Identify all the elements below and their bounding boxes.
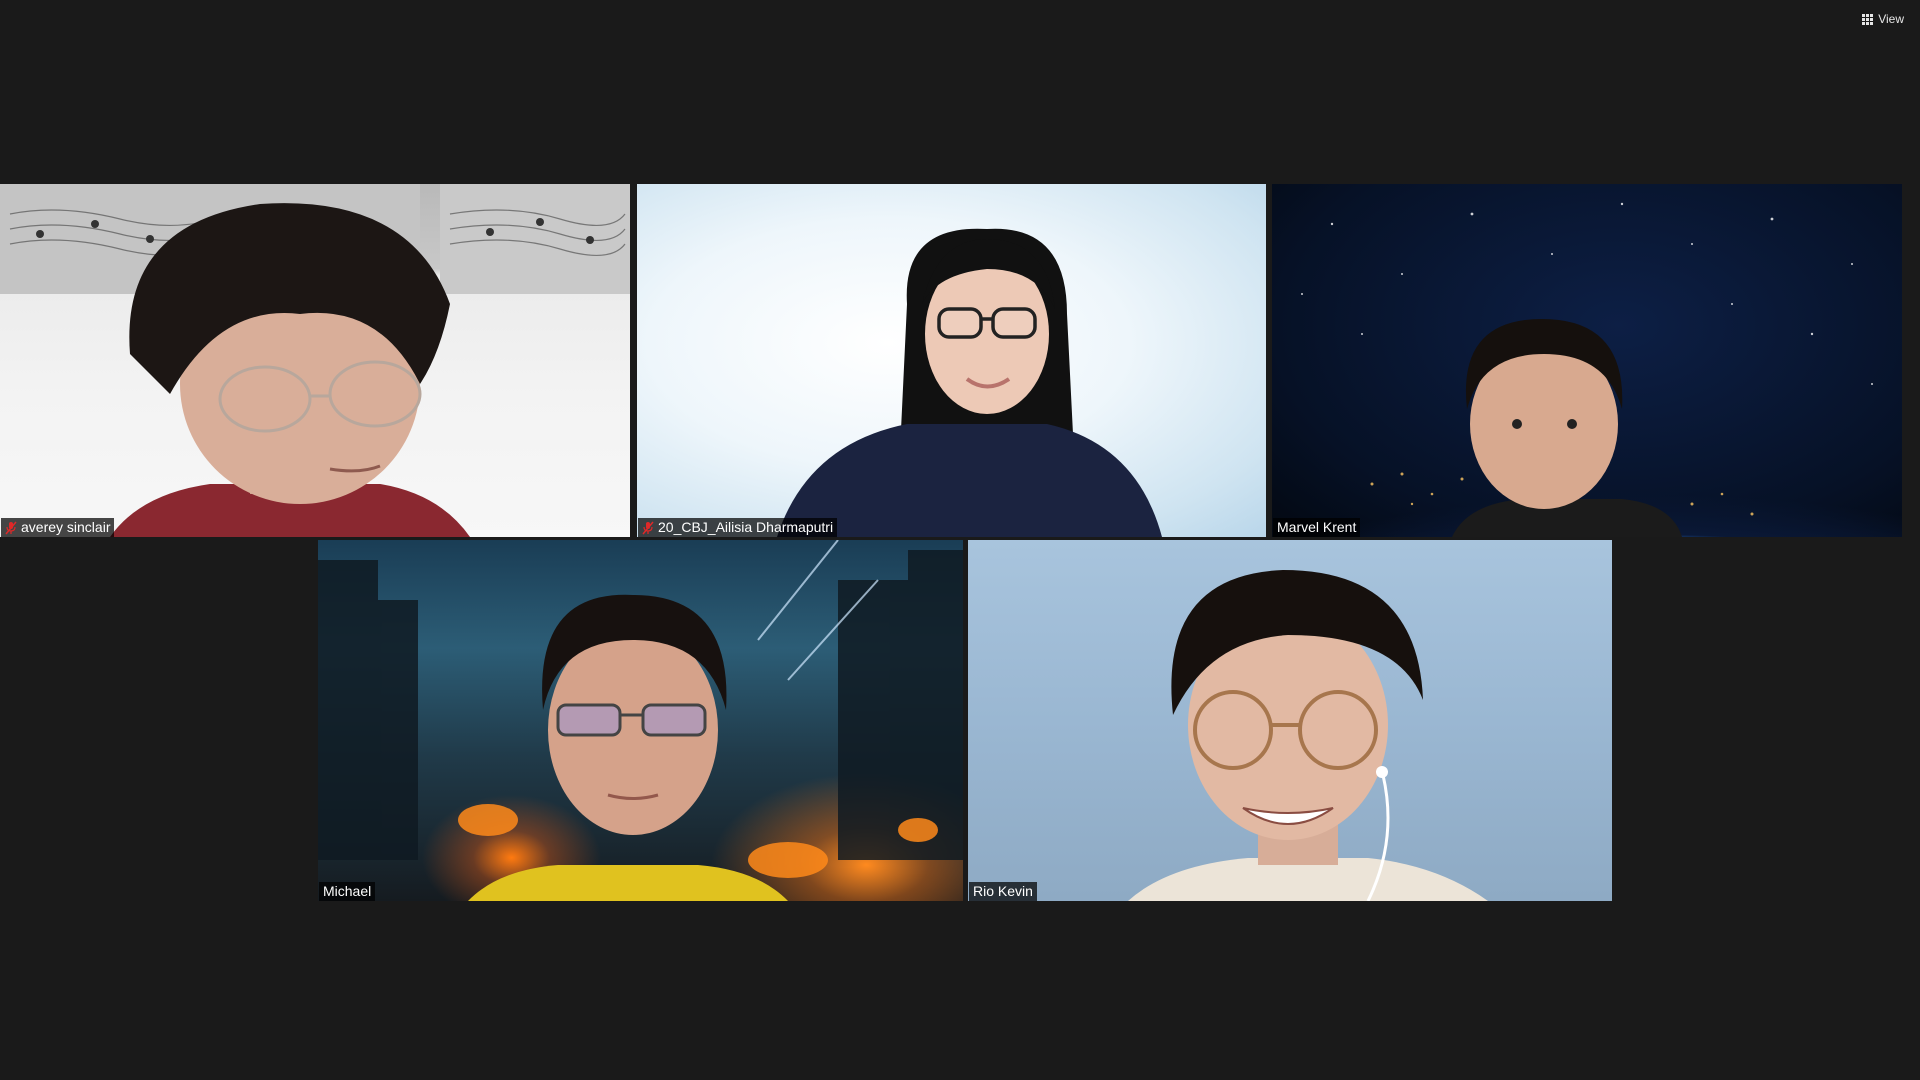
participant-video-image xyxy=(777,228,1162,537)
participant-name-tag: averey sinclair xyxy=(1,518,115,537)
video-tile-ailisia-dharmaputri[interactable]: 20_CBJ_Ailisia Dharmaputri xyxy=(637,184,1266,537)
video-tile-rio-kevin[interactable]: Rio Kevin xyxy=(968,540,1612,901)
participant-video-image xyxy=(1301,202,1873,537)
video-tile-michael[interactable]: Michael xyxy=(318,540,963,901)
video-tile-averey-sinclair[interactable]: averey sinclair xyxy=(0,184,630,537)
participant-name: Marvel Krent xyxy=(1277,519,1357,535)
mic-muted-icon xyxy=(642,521,654,534)
participant-video-image xyxy=(318,540,963,901)
participant-name: 20_CBJ_Ailisia Dharmaputri xyxy=(658,519,834,535)
participant-name-tag: Michael xyxy=(319,882,376,901)
participant-name: Michael xyxy=(323,883,372,899)
participant-name: Rio Kevin xyxy=(973,883,1033,899)
mic-muted-icon xyxy=(5,521,17,534)
view-button[interactable]: View xyxy=(1856,10,1910,28)
participant-video-image xyxy=(1128,570,1488,901)
participant-video-image xyxy=(0,184,630,537)
view-button-label: View xyxy=(1878,12,1904,26)
participant-name-tag: Rio Kevin xyxy=(969,882,1037,901)
participant-name: averey sinclair xyxy=(21,519,111,535)
meeting-gallery-view: View averey sinclair 20_CBJ_Ailisia Dhar… xyxy=(0,0,1920,1080)
participant-name-tag: Marvel Krent xyxy=(1273,518,1361,537)
grid-icon xyxy=(1862,13,1874,25)
video-tile-marvel-krent[interactable]: Marvel Krent xyxy=(1272,184,1902,537)
participant-name-tag: 20_CBJ_Ailisia Dharmaputri xyxy=(638,518,838,537)
